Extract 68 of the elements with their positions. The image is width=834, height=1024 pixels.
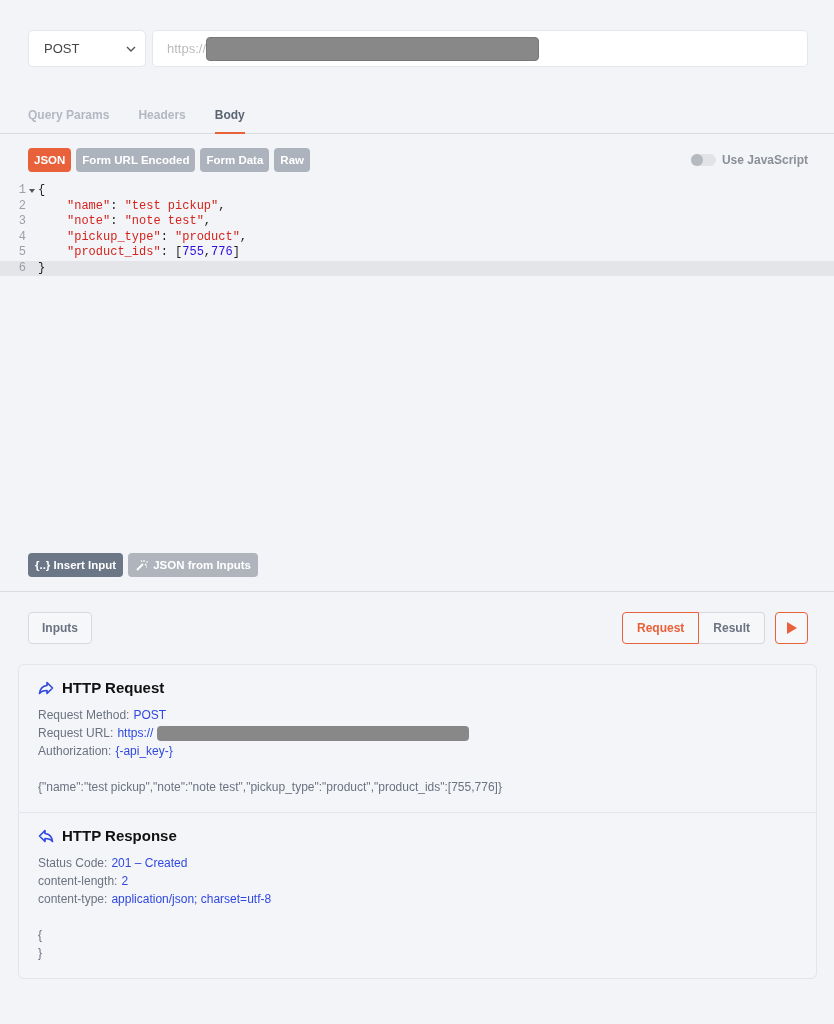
line-number: 5: [17, 245, 26, 261]
play-icon: [786, 622, 797, 634]
method-dropdown[interactable]: POST: [28, 30, 146, 67]
code-token: ,: [203, 245, 212, 259]
reply-arrow-icon: [38, 828, 54, 843]
code-token: "pickup_type": [67, 229, 161, 244]
section-title: HTTP Response: [62, 827, 177, 844]
body-text: {"name":"test pickup","note":"note test","pickup_type":"product","product_ids":[755,776]}: [38, 779, 503, 796]
line-number: 3: [17, 214, 26, 230]
field-label: Request URL:: [38, 725, 114, 742]
code-token: ,: [203, 214, 212, 228]
field-value: 201 – Created: [111, 855, 188, 872]
field-value: application/json; charset=utf-8: [111, 891, 272, 908]
code-token: : [: [160, 245, 183, 259]
body-text: }: [38, 945, 43, 962]
tab[interactable]: Query Params: [28, 106, 110, 134]
code-token: "test pickup": [124, 198, 219, 213]
fold-caret-icon[interactable]: [29, 188, 35, 193]
field-label: Authorization:: [38, 743, 112, 760]
code-token: ]: [232, 245, 240, 259]
run-button[interactable]: [775, 612, 808, 644]
field-label: content-type:: [38, 891, 108, 908]
field-label: Request Method:: [38, 707, 130, 724]
forward-arrow-icon: [38, 680, 54, 695]
code-token: 776: [211, 245, 233, 259]
tab[interactable]: Headers: [138, 106, 186, 134]
section-title: HTTP Request: [62, 679, 165, 696]
body-type-button[interactable]: Form Data: [200, 148, 270, 172]
line-number: 4: [17, 229, 26, 245]
field-value: https://: [117, 725, 154, 742]
code-token: ,: [239, 229, 248, 244]
line-number: 2: [17, 198, 26, 214]
toggle-label: Use JavaScript: [721, 153, 808, 167]
line-number: 1: [17, 183, 26, 199]
code-token: ,: [218, 198, 226, 213]
code-token: "note": [67, 214, 111, 228]
url-value: https://: [167, 41, 207, 56]
body-type-button[interactable]: JSON: [28, 148, 72, 172]
field-label: Status Code:: [38, 855, 108, 872]
magic-wand-icon: [135, 558, 149, 572]
view-tab[interactable]: Request: [621, 612, 700, 644]
body-text: {: [38, 927, 43, 944]
code-token: :: [110, 214, 119, 228]
field-label: content-length:: [38, 873, 118, 890]
body-type-button[interactable]: Raw: [274, 148, 310, 172]
body-type-button[interactable]: Form URL Encoded: [76, 148, 196, 172]
code-token: "name": [67, 198, 111, 213]
code-token: "note test": [124, 214, 204, 228]
code-token: {: [38, 183, 46, 197]
view-tab[interactable]: Result: [699, 612, 765, 644]
url-field[interactable]: https://: [152, 30, 808, 67]
json-from-inputs-button[interactable]: JSON from Inputs: [128, 553, 258, 577]
code-token: "product_ids": [67, 245, 161, 259]
code-token: "product": [175, 229, 240, 244]
code-token: }: [38, 260, 46, 275]
insert-input-button[interactable]: {..} Insert Input: [28, 553, 124, 577]
line-number: 6: [17, 260, 26, 276]
inputs-button[interactable]: Inputs: [28, 612, 92, 644]
code-token: :: [110, 198, 119, 213]
chevron-down-icon: [126, 45, 136, 52]
code-token: 755: [182, 245, 204, 259]
field-value: 2: [121, 873, 129, 890]
field-value: {-api_key-}: [115, 743, 173, 760]
method-value: POST: [44, 41, 80, 56]
tab[interactable]: Body: [214, 106, 245, 134]
field-value: POST: [133, 707, 167, 724]
toggle-switch[interactable]: [690, 154, 716, 166]
code-token: :: [160, 229, 169, 244]
